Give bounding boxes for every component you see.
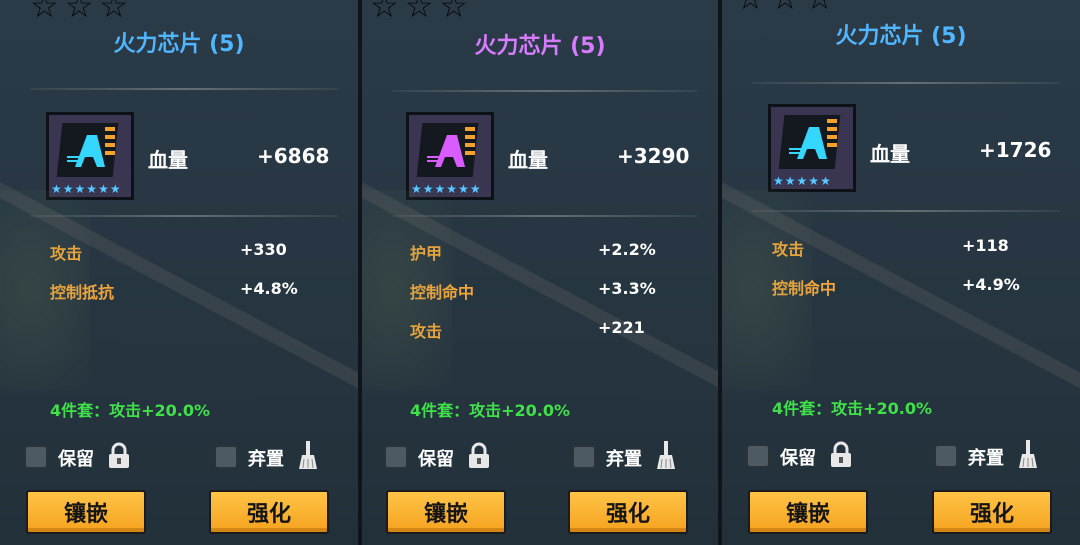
divider xyxy=(30,215,338,217)
chip-icon-frame: ★ ★ ★ ★ ★ xyxy=(768,104,856,192)
rating-stars: ☆☆☆ xyxy=(30,0,129,25)
divider xyxy=(30,88,338,90)
chip-icon xyxy=(416,123,479,177)
chip-icon-frame: ★ ★ ★ ★ ★ ★ xyxy=(46,112,134,200)
chip-title: 火力芯片 (5) xyxy=(113,32,245,57)
main-stat-value: +1726 xyxy=(979,138,1052,162)
inlay-button[interactable]: 镶嵌 xyxy=(386,490,506,534)
chip-rarity-stars: ★ ★ ★ ★ ★ xyxy=(773,174,831,188)
inlay-button[interactable]: 镶嵌 xyxy=(26,490,146,534)
broom-icon xyxy=(299,441,317,469)
rating-stars: ☆☆☆ xyxy=(736,0,834,14)
sub-stat-value: +118 xyxy=(962,236,1009,255)
divider xyxy=(392,215,698,217)
set-bonus: 4件套：攻击+20.0% xyxy=(410,401,571,420)
broom-icon xyxy=(1019,440,1037,468)
sub-stat-value: +4.8% xyxy=(240,279,298,298)
lock-icon xyxy=(831,441,851,467)
main-stat-name: 血量 xyxy=(870,142,910,166)
main-stat-value: +6868 xyxy=(257,144,330,168)
chip-card-1: ☆ ☆ ☆ 火力芯片 (5) ★ ★ ★ ★ ★ ★ 血量 +6868 攻击 +330 控制抵… xyxy=(0,0,358,545)
chip-icon-frame: ★ ★ ★ ★ ★ ★ xyxy=(406,112,494,200)
chip-rarity-stars: ★ ★ ★ ★ ★ ★ xyxy=(411,182,481,196)
chip-card-3: ☆☆☆ 火力芯片 (5) ★★★★★ 血量 +1726 攻击 +118 控制命中… xyxy=(722,0,1080,545)
inlay-button[interactable]: 镶嵌 xyxy=(748,490,868,534)
set-bonus: 4件套：攻击+20.0% xyxy=(50,401,211,420)
chip-card-2: ☆ ☆ ☆ 火力芯片 (5) ★ ★ ★ ★ ★ ★ 血量 +3290 护甲 +2.2% 控制… xyxy=(362,0,718,545)
sub-stat-name: 攻击 xyxy=(50,244,83,263)
chip-rarity-stars: ★ ★ ★ ★ ★ ★ xyxy=(51,182,121,196)
sub-stat-name: 攻击 xyxy=(410,322,443,341)
keep-checkbox[interactable] xyxy=(24,445,48,469)
lock-icon xyxy=(469,442,489,468)
discard-label: 弃置 xyxy=(968,448,1004,469)
sub-stat-name: 控制抵抗 xyxy=(50,283,115,302)
sub-stat-name: 控制命中 xyxy=(772,279,837,298)
chip-title: 火力芯片 (5) xyxy=(474,34,606,59)
chip-icon xyxy=(778,115,841,169)
main-stat-name: 血量 xyxy=(148,148,188,172)
sub-stat-value: +3.3% xyxy=(598,279,656,298)
chip-title: 火力芯片 (5) xyxy=(835,24,967,49)
main-stat-value: +3290 xyxy=(617,144,690,168)
enhance-button[interactable]: 强化 xyxy=(568,490,688,534)
keep-label: 保留 xyxy=(418,449,454,470)
sub-stat-value: +2.2% xyxy=(598,240,656,259)
discard-checkbox[interactable] xyxy=(214,445,238,469)
lock-icon xyxy=(109,442,129,468)
keep-label: 保留 xyxy=(780,448,816,469)
sub-stat-name: 护甲 xyxy=(410,244,443,263)
main-stat-name: 血量 xyxy=(508,148,548,172)
sub-stat-value: +4.9% xyxy=(962,275,1020,294)
broom-icon xyxy=(657,441,675,469)
enhance-button[interactable]: 强化 xyxy=(932,490,1052,534)
discard-label: 弃置 xyxy=(606,449,642,470)
rating-stars: ☆☆☆ xyxy=(370,0,469,25)
chip-icon xyxy=(56,123,119,177)
sub-stat-name: 控制命中 xyxy=(410,283,475,302)
discard-checkbox[interactable] xyxy=(934,444,958,468)
discard-label: 弃置 xyxy=(248,449,284,470)
divider xyxy=(752,82,1060,84)
sub-stat-value: +330 xyxy=(240,240,287,259)
set-bonus: 4件套：攻击+20.0% xyxy=(772,399,933,418)
divider xyxy=(752,210,1060,212)
sub-stat-name: 攻击 xyxy=(772,240,805,259)
enhance-button[interactable]: 强化 xyxy=(209,490,329,534)
keep-checkbox[interactable] xyxy=(384,445,408,469)
discard-checkbox[interactable] xyxy=(572,445,596,469)
keep-checkbox[interactable] xyxy=(746,444,770,468)
keep-label: 保留 xyxy=(58,449,94,470)
divider xyxy=(392,90,698,92)
sub-stat-value: +221 xyxy=(598,318,645,337)
